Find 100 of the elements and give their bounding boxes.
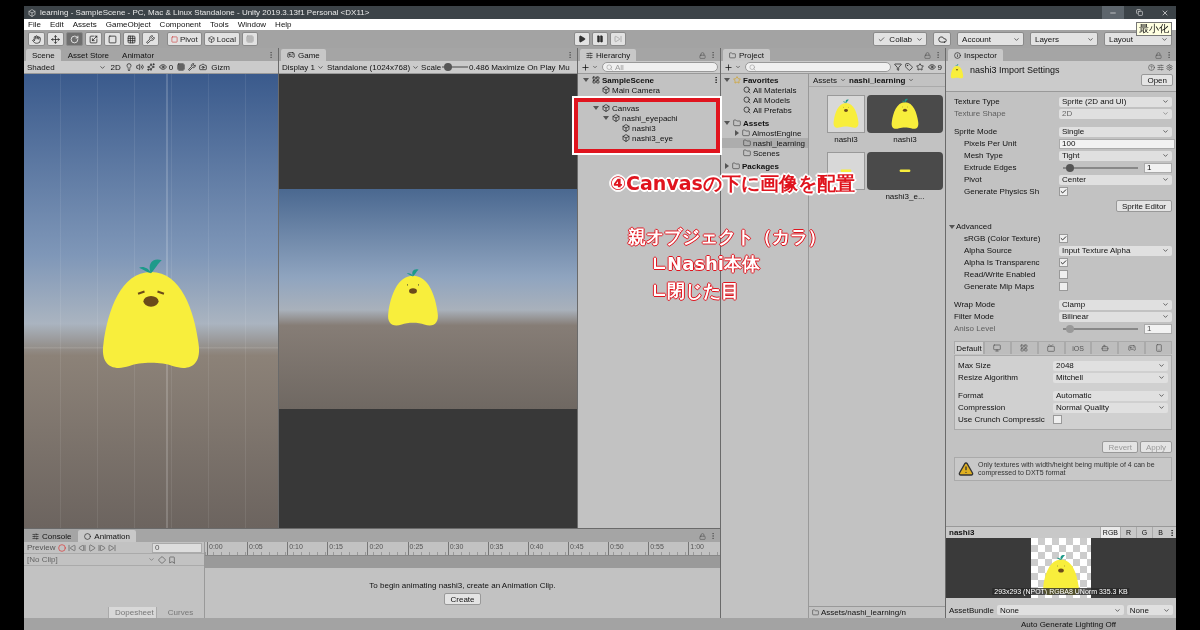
tool-button[interactable]: [66, 32, 83, 46]
tab[interactable]: Scene: [26, 49, 61, 61]
platform-tab[interactable]: [1010, 341, 1038, 354]
disclosure-triangle-icon[interactable]: [949, 224, 955, 229]
preview-toggle[interactable]: Preview: [26, 542, 57, 553]
platform-tab[interactable]: [1091, 341, 1119, 354]
create-dropdown[interactable]: [580, 61, 599, 73]
search-field[interactable]: [745, 62, 891, 72]
platform-tab[interactable]: Default: [954, 341, 984, 354]
number-field[interactable]: 1: [1144, 162, 1172, 173]
tab[interactable]: Hierarchy: [580, 49, 637, 61]
hierarchy-item[interactable]: Canvas: [578, 103, 720, 113]
more-icon[interactable]: [1168, 528, 1176, 537]
tag-icon[interactable]: [904, 63, 913, 71]
gizmos-dropdown[interactable]: Gizm: [210, 61, 231, 73]
hierarchy-item[interactable]: SampleScene: [578, 75, 720, 85]
help-icon[interactable]: [1148, 64, 1155, 71]
dropdown[interactable]: Bilinear: [1059, 311, 1172, 322]
disclosure-triangle-icon[interactable]: [583, 78, 589, 82]
disclosure-triangle-icon[interactable]: [724, 121, 730, 125]
open-button[interactable]: Open: [1141, 74, 1173, 86]
dropdown[interactable]: Clamp: [1059, 299, 1172, 310]
dropdown[interactable]: Mitchell: [1053, 372, 1168, 383]
display-dropdown[interactable]: Display 1: [281, 61, 325, 73]
menu-item[interactable]: Component: [159, 20, 201, 29]
tool-button[interactable]: [28, 32, 45, 46]
minimize-button[interactable]: [1102, 6, 1124, 19]
add-event-icon[interactable]: [168, 555, 176, 564]
next-frame-icon[interactable]: [98, 543, 107, 552]
pivot-button[interactable]: Pivot: [167, 32, 202, 46]
disclosure-triangle-icon[interactable]: [603, 116, 609, 120]
tab[interactable]: Inspector: [948, 49, 1003, 61]
breadcrumb[interactable]: nashi_learning: [849, 75, 906, 85]
platform-tab[interactable]: [1037, 341, 1065, 354]
disclosure-triangle-icon[interactable]: [725, 163, 729, 169]
settings-icon[interactable]: [1166, 64, 1173, 71]
hierarchy-item[interactable]: Main Camera: [578, 85, 720, 95]
local-button[interactable]: Local: [203, 32, 240, 46]
dropdown[interactable]: Sprite (2D and UI): [1059, 96, 1172, 107]
project-item[interactable]: Favorites: [721, 75, 808, 85]
checkbox[interactable]: [1059, 258, 1068, 267]
dropdown[interactable]: Normal Quality: [1053, 402, 1168, 413]
project-item[interactable]: nashi_learning: [721, 138, 808, 148]
2d-toggle[interactable]: 2D: [109, 61, 122, 73]
scale-slider[interactable]: [442, 63, 469, 71]
project-item[interactable]: Packages: [721, 161, 808, 171]
resolution-dropdown[interactable]: Standalone (1024x768): [325, 61, 421, 73]
create-button[interactable]: Create: [444, 593, 481, 605]
menu-item[interactable]: Help: [275, 20, 292, 29]
project-item[interactable]: All Prefabs: [721, 105, 808, 115]
dropdown[interactable]: Tight: [1059, 150, 1172, 161]
hierarchy-item[interactable]: nashi3_eye: [578, 133, 720, 143]
disclosure-triangle-icon[interactable]: [724, 78, 730, 82]
checkbox[interactable]: [1059, 234, 1068, 243]
play-icon[interactable]: [88, 543, 97, 552]
platform-tab[interactable]: [1145, 341, 1172, 354]
hierarchy-item[interactable]: nashi_eyepachi: [578, 113, 720, 123]
menu-item[interactable]: Tools: [209, 20, 229, 29]
tab[interactable]: Game: [281, 49, 326, 61]
layers-dropdown[interactable]: Layers: [1029, 32, 1098, 46]
star-icon[interactable]: [915, 63, 924, 71]
number-field[interactable]: 100: [1059, 138, 1175, 149]
checkbox[interactable]: [1059, 187, 1068, 196]
dropdown[interactable]: Input Texture Alpha: [1059, 245, 1172, 256]
dropdown[interactable]: Automatic: [1053, 390, 1168, 401]
project-item[interactable]: Scenes: [721, 148, 808, 158]
camera-icon[interactable]: [199, 63, 208, 71]
grid-snap-button[interactable]: [241, 32, 258, 46]
presets-icon[interactable]: [1157, 64, 1164, 71]
mute-toggle[interactable]: Mu: [557, 61, 571, 73]
tool-button[interactable]: [142, 32, 159, 46]
menu-item[interactable]: Edit: [49, 20, 64, 29]
menu-item[interactable]: Window: [237, 20, 267, 29]
menu-item[interactable]: File: [28, 20, 41, 29]
tool-button[interactable]: [85, 32, 102, 46]
frame-field[interactable]: 0: [152, 542, 202, 553]
asset-bundle-dropdown[interactable]: None: [996, 605, 1124, 615]
sprite-editor-button[interactable]: Sprite Editor: [1115, 200, 1172, 212]
dropdown[interactable]: Single: [1059, 126, 1172, 137]
platform-tab[interactable]: [984, 341, 1011, 354]
hidden-objects-toggle[interactable]: 0: [157, 61, 175, 73]
pause-button[interactable]: [592, 32, 608, 46]
more-icon[interactable]: [712, 76, 720, 84]
maximize-on-play-toggle[interactable]: Maximize On Play: [490, 61, 557, 73]
tab[interactable]: Project: [723, 49, 770, 61]
checkbox[interactable]: [1053, 415, 1062, 424]
play-button[interactable]: [574, 32, 590, 46]
texture-thumbnail[interactable]: [827, 95, 865, 133]
breadcrumb[interactable]: Assets: [813, 75, 837, 85]
slider-thumb[interactable]: [443, 63, 452, 71]
previous-frame-icon[interactable]: [78, 543, 87, 552]
speaker-icon[interactable]: [135, 63, 144, 71]
tool-button[interactable]: [47, 32, 64, 46]
sprite-thumbnail[interactable]: [867, 95, 943, 133]
slider[interactable]: [1063, 324, 1138, 333]
cloud-button[interactable]: [933, 32, 952, 46]
sprite-thumbnail[interactable]: [867, 152, 943, 190]
project-item[interactable]: All Models: [721, 95, 808, 105]
lightbulb-icon[interactable]: [124, 63, 133, 71]
first-frame-icon[interactable]: [68, 543, 77, 552]
